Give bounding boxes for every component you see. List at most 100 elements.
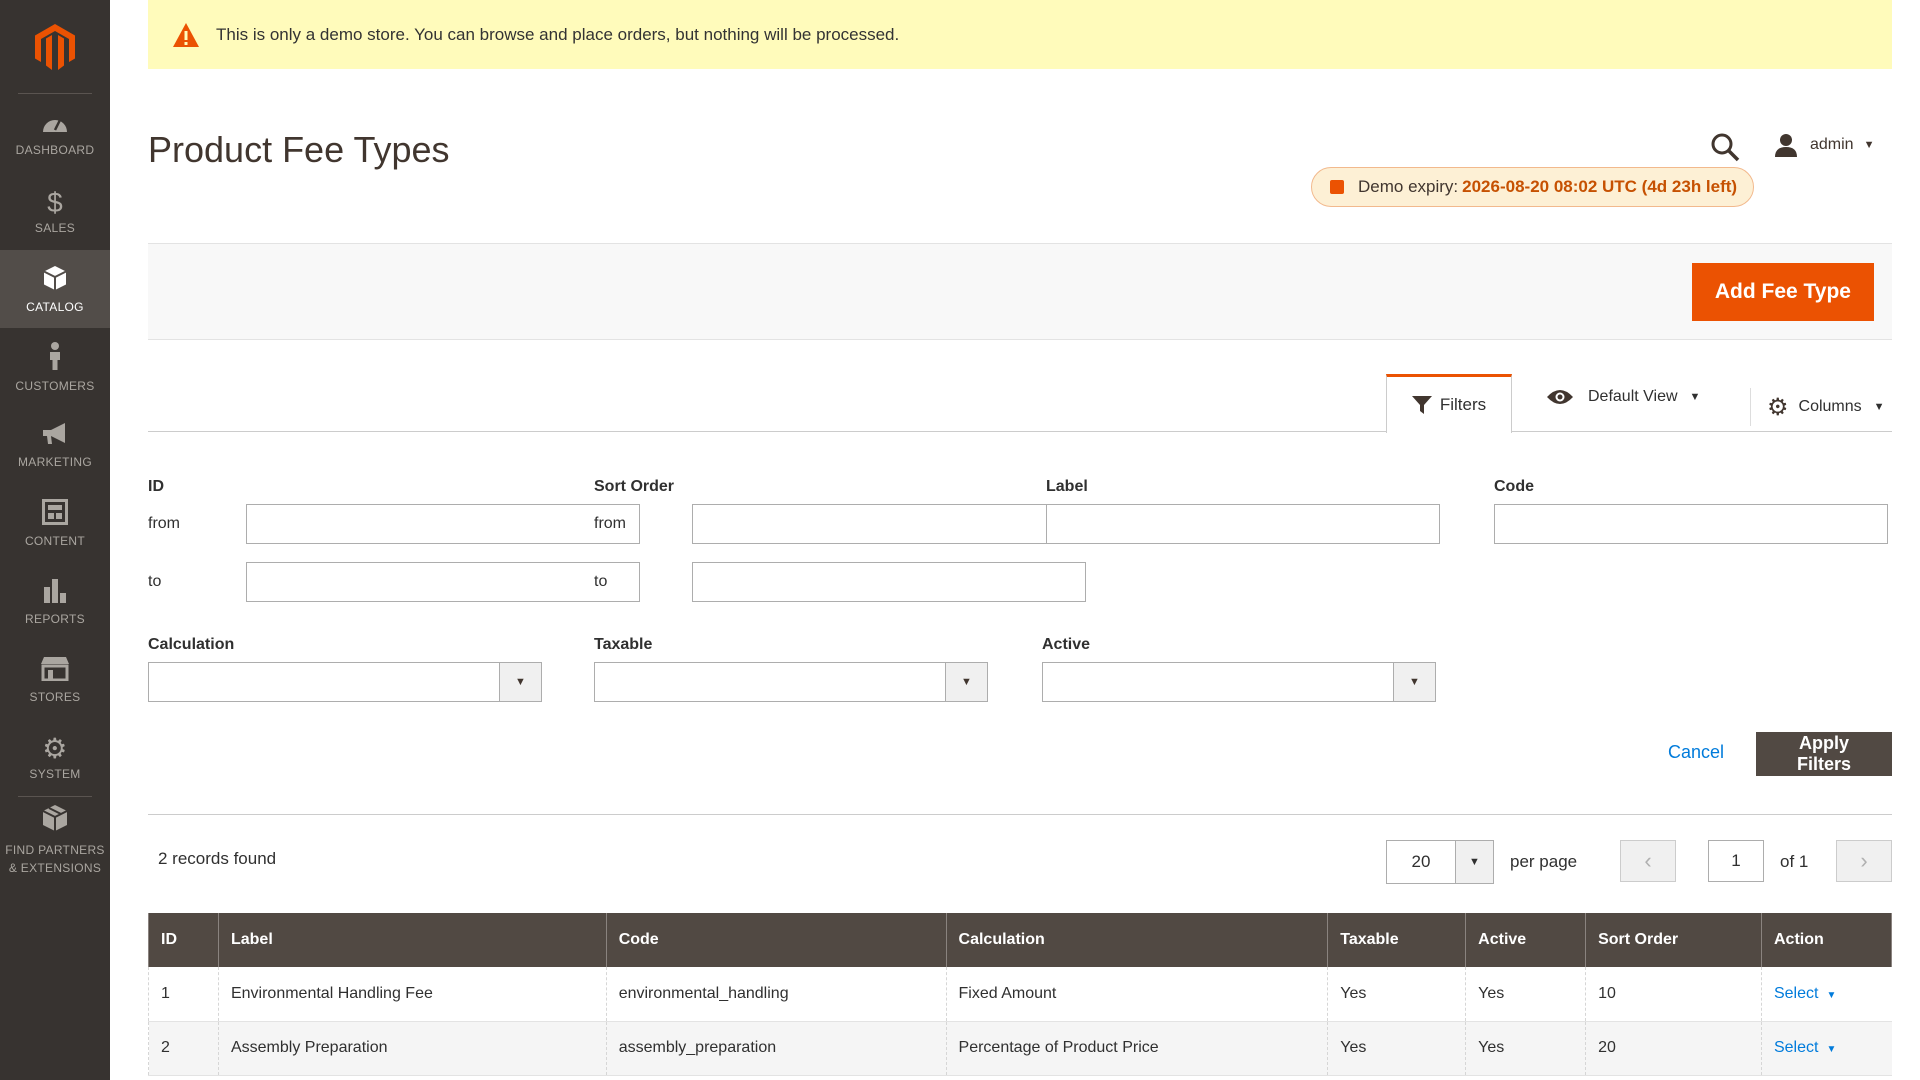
chevron-down-icon: ▼ [1826,989,1837,1001]
per-page-value: 20 [1411,852,1431,871]
nav-system[interactable]: ⚙ SYSTEM [0,718,110,796]
next-page-button[interactable]: › [1836,840,1892,882]
main-content: This is only a demo store. You can brows… [148,0,1893,1075]
calculation-select[interactable]: ▼ [148,662,542,702]
person-icon [48,341,62,376]
per-page-select[interactable]: 20 ▼ [1386,840,1494,884]
action-select-label: Select [1773,984,1819,1002]
filter-taxable-label: Taxable [594,636,653,653]
demo-notice-banner: This is only a demo store. You can brows… [148,0,1892,69]
sort-order-from-input[interactable] [692,504,1086,544]
cell-code: environmental_handling [605,967,947,1021]
page-actions-bar: Add Fee Type [148,243,1892,340]
id-to-input[interactable] [246,562,640,602]
filter-id-label: ID [148,478,164,495]
id-from-input[interactable] [246,504,640,544]
page-title: Product Fee Types [148,129,450,170]
cube-icon [43,265,67,297]
nav-label: SYSTEM [29,766,81,781]
admin-username: admin [1810,136,1854,153]
column-header-sort-order[interactable]: Sort Order [1585,913,1762,967]
prev-page-button[interactable]: ‹ [1620,840,1676,882]
fee-types-table: ID Label Code Calculation Taxable Active… [148,913,1893,1076]
cell-sort-order: 10 [1585,967,1762,1021]
chevron-left-icon: ‹ [1644,848,1652,873]
column-header-taxable[interactable]: Taxable [1327,913,1467,967]
chevron-down-icon: ▼ [1393,663,1435,701]
row-action-select[interactable]: Select ▼ [1760,1021,1892,1075]
funnel-icon [1411,396,1432,414]
nav-label: STORES [29,689,81,704]
chevron-down-icon: ▼ [1863,139,1875,151]
demo-expiry-badge: Demo expiry: 2026-08-20 08:02 UTC (4d 23… [1311,167,1755,207]
admin-sidebar: DASHBOARD $ SALES CATALOG CUSTOMERS MARK… [0,0,110,1080]
magento-logo-icon[interactable] [18,0,92,94]
nav-label: DASHBOARD [15,142,95,157]
filters-tab[interactable]: Filters [1386,374,1512,433]
search-icon[interactable] [1710,132,1740,162]
cell-active: Yes [1465,967,1586,1021]
warning-icon [173,22,199,47]
nav-label: FIND PARTNERS & EXTENSIONS [5,842,105,875]
table-row[interactable]: 2 Assembly Preparation assembly_preparat… [148,1021,1892,1075]
cell-calculation: Fixed Amount [945,967,1328,1021]
nav-sales[interactable]: $ SALES [0,172,110,250]
admin-user-menu[interactable]: admin ▼ [1774,133,1874,157]
filter-active: Active ▼ [1042,636,1436,702]
dashboard-icon [41,110,69,140]
nav-catalog[interactable]: CATALOG [0,250,110,328]
chevron-right-icon: › [1860,848,1868,873]
nav-marketing[interactable]: MARKETING [0,406,110,484]
page-header: Product Fee Types admin ▼ Demo expiry: 2… [148,69,1892,243]
boxes-icon [41,804,69,838]
filter-code-label: Code [1494,478,1534,495]
dollar-icon: $ [47,186,63,218]
column-header-calculation[interactable]: Calculation [945,913,1329,967]
cell-sort-order: 20 [1585,1021,1762,1075]
view-label: Default View [1588,388,1678,405]
cell-id: 1 [148,967,219,1021]
from-label: from [148,515,180,532]
default-view-toggle[interactable]: Default View ▼ [1546,388,1700,406]
taxable-select[interactable]: ▼ [594,662,988,702]
user-icon [1775,134,1797,157]
divider [148,814,1892,815]
column-header-id[interactable]: ID [148,913,219,967]
nav-label: CUSTOMERS [15,378,95,393]
label-input[interactable] [1046,504,1440,544]
page-total: of 1 [1780,852,1809,871]
to-label: to [594,573,608,590]
filters-label: Filters [1439,395,1487,414]
grid-controls: Filters Default View ▼ ⚙ Columns ▼ [148,374,1892,433]
table-row[interactable]: 1 Environmental Handling Fee environment… [148,967,1892,1021]
chevron-down-icon: ▼ [1689,391,1701,403]
nav-reports[interactable]: REPORTS [0,562,110,640]
nav-content[interactable]: CONTENT [0,484,110,562]
active-select[interactable]: ▼ [1042,662,1436,702]
filter-calculation: Calculation ▼ [148,636,542,702]
column-header-active[interactable]: Active [1465,913,1587,967]
nav-find-partners[interactable]: FIND PARTNERS & EXTENSIONS [0,797,110,883]
from-label: from [594,515,626,532]
chevron-down-icon: ▼ [945,663,987,701]
cell-taxable: Yes [1327,1021,1466,1075]
row-action-select[interactable]: Select ▼ [1760,967,1892,1021]
columns-toggle[interactable]: ⚙ Columns ▼ [1750,388,1885,426]
chevron-down-icon: ▼ [1826,1044,1837,1055]
cancel-filters-button[interactable]: Cancel [1668,742,1724,763]
nav-dashboard[interactable]: DASHBOARD [0,94,110,172]
column-header-code[interactable]: Code [605,913,947,967]
nav-stores[interactable]: STORES [0,640,110,718]
gear-icon: ⚙ [1767,393,1789,421]
column-header-label[interactable]: Label [217,913,607,967]
filter-active-label: Active [1042,636,1091,653]
sort-order-to-input[interactable] [692,562,1086,602]
apply-filters-button[interactable]: Apply Filters [1756,732,1892,776]
add-fee-type-button[interactable]: Add Fee Type [1691,263,1874,321]
pagination: 20 ▼ per page ‹ 1 of 1 › [148,840,1892,884]
nav-customers[interactable]: CUSTOMERS [0,328,110,406]
column-header-action: Action [1760,913,1893,967]
code-input[interactable] [1494,504,1888,544]
bar-chart-icon [43,577,67,609]
page-number-input[interactable]: 1 [1708,840,1764,882]
